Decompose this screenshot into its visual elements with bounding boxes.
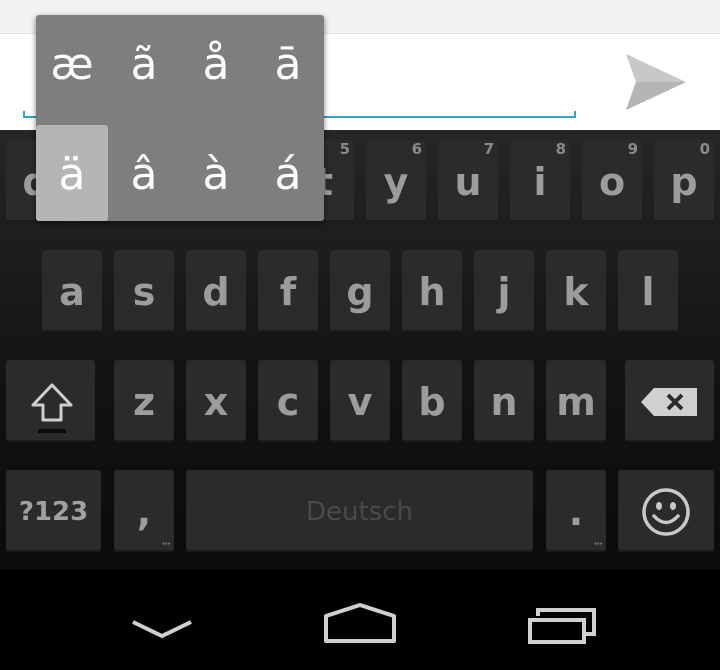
recents-icon — [526, 606, 598, 646]
key-k[interactable]: k — [546, 250, 606, 332]
key-z[interactable]: z — [114, 360, 174, 442]
shift-key[interactable] — [6, 360, 95, 442]
backspace-icon — [641, 388, 697, 416]
send-icon[interactable] — [622, 52, 688, 112]
comma-key[interactable]: , ··· — [114, 470, 174, 552]
space-key[interactable]: Deutsch — [186, 470, 533, 552]
key-h[interactable]: h — [402, 250, 462, 332]
key-x[interactable]: x — [186, 360, 246, 442]
shift-icon — [30, 382, 74, 434]
accent-key[interactable]: ā — [252, 15, 324, 111]
key-c[interactable]: c — [258, 360, 318, 442]
emoji-key[interactable] — [618, 470, 714, 552]
accent-key[interactable]: æ — [36, 15, 108, 111]
key-o[interactable]: o9 — [582, 140, 642, 222]
key-v[interactable]: v — [330, 360, 390, 442]
more-keys-indicator: ··· — [161, 539, 171, 550]
home-button[interactable] — [300, 570, 420, 670]
key-f[interactable]: f — [258, 250, 318, 332]
accent-popup: æ ã å ā ä â à á — [36, 15, 324, 221]
back-icon — [131, 618, 193, 640]
accent-key-selected[interactable]: ä — [36, 125, 108, 221]
back-button[interactable] — [101, 570, 221, 670]
emoji-icon — [641, 487, 691, 537]
key-n[interactable]: n — [474, 360, 534, 442]
accent-key[interactable]: ã — [108, 15, 180, 111]
key-j[interactable]: j — [474, 250, 534, 332]
key-y[interactable]: y6 — [366, 140, 426, 222]
key-s[interactable]: s — [114, 250, 174, 332]
accent-key[interactable]: â — [108, 125, 180, 221]
key-i[interactable]: i8 — [510, 140, 570, 222]
key-p[interactable]: p0 — [654, 140, 714, 222]
accent-key[interactable]: á — [252, 125, 324, 221]
recents-button[interactable] — [502, 570, 622, 670]
more-keys-indicator: ··· — [593, 539, 603, 550]
key-b[interactable]: b — [402, 360, 462, 442]
accent-key[interactable]: å — [180, 15, 252, 111]
key-a[interactable]: a — [42, 250, 102, 332]
symbols-key[interactable]: ?123 — [6, 470, 101, 552]
home-icon — [322, 602, 398, 644]
backspace-key[interactable] — [625, 360, 714, 442]
key-u[interactable]: u7 — [438, 140, 498, 222]
key-l[interactable]: l — [618, 250, 678, 332]
accent-key[interactable]: à — [180, 125, 252, 221]
key-d[interactable]: d — [186, 250, 246, 332]
navigation-bar — [0, 570, 720, 670]
key-m[interactable]: m — [546, 360, 606, 442]
key-g[interactable]: g — [330, 250, 390, 332]
period-key[interactable]: . ··· — [546, 470, 606, 552]
